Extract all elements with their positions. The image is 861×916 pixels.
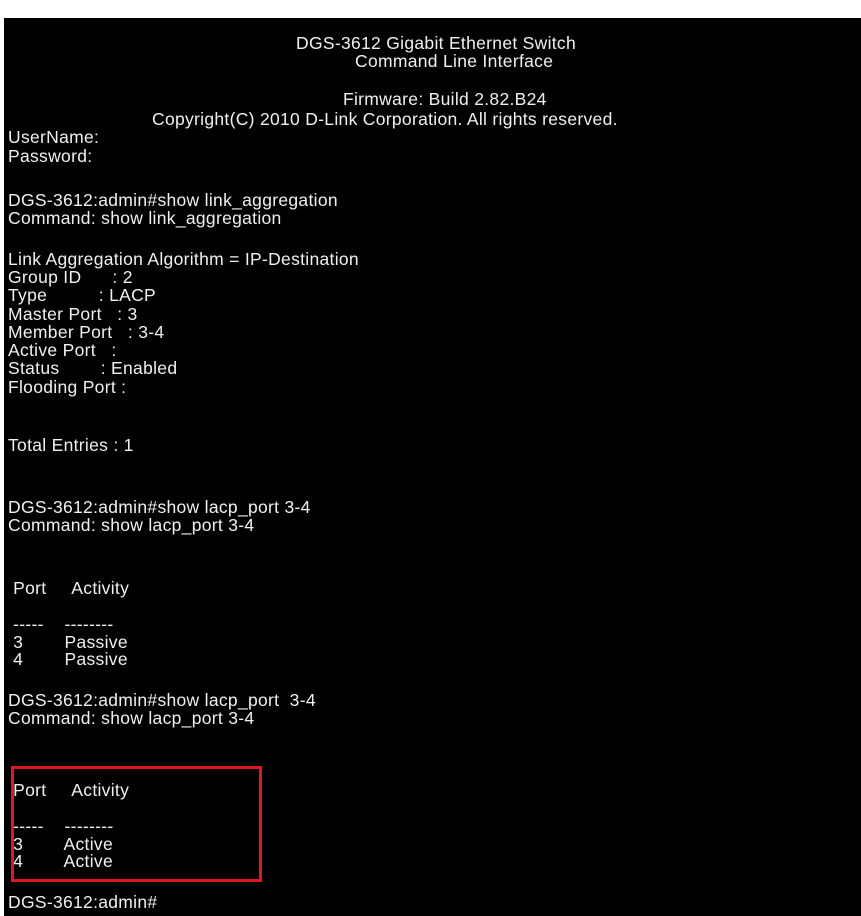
total-entries: Total Entries : 1 [8, 435, 134, 455]
banner-copyright: Copyright(C) 2010 D-Link Corporation. Al… [152, 109, 618, 129]
table-row: 4 Passive [8, 649, 128, 669]
field-flooding-port: Flooding Port : [8, 377, 127, 397]
banner-firmware: Firmware: Build 2.82.B24 [343, 89, 547, 109]
command-echo: Command: show link_aggregation [8, 208, 282, 228]
terminal-window[interactable]: DGS-3612 Gigabit Ethernet Switch Command… [4, 18, 861, 916]
command-echo: Command: show lacp_port 3-4 [8, 708, 255, 728]
shell-prompt[interactable]: DGS-3612:admin# [8, 893, 157, 912]
password-prompt: Password: [8, 146, 93, 166]
username-prompt: UserName: [8, 127, 100, 147]
field-type: Type : LACP [8, 285, 156, 305]
command-echo: Command: show lacp_port 3-4 [8, 515, 255, 535]
field-status: Status : Enabled [8, 358, 178, 378]
highlight-box [11, 766, 262, 882]
table-header: Port Activity [8, 578, 130, 598]
banner-subtitle: Command Line Interface [355, 51, 554, 71]
